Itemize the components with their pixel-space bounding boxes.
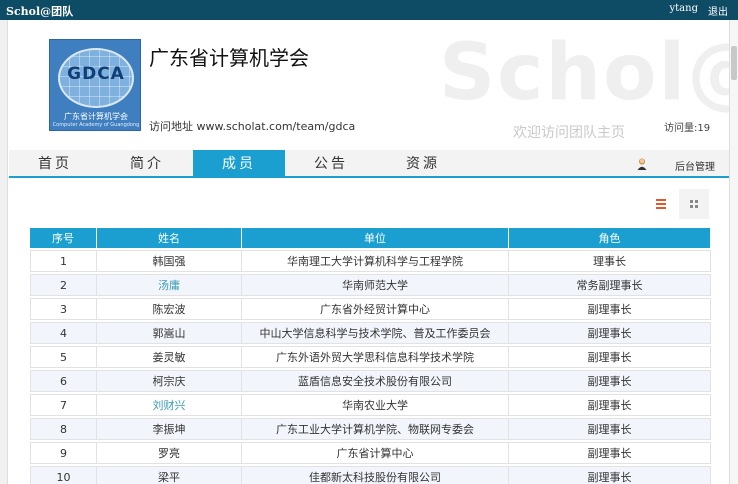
visit-count: 访问量:19 — [664, 123, 711, 134]
table-row: 6 柯宗庆 蓝盾信息安全技术股份有限公司 副理事长 — [30, 370, 711, 392]
cell-no: 7 — [30, 394, 97, 416]
watermark: Schol@ — [439, 28, 729, 118]
cell-no: 3 — [30, 298, 97, 320]
column-header-role: 角色 — [509, 228, 711, 248]
cell-role: 副理事长 — [509, 370, 711, 392]
table-row: 5 姜灵敏 广东外语外贸大学思科信息科学技术学院 副理事长 — [30, 346, 711, 368]
cell-no: 2 — [30, 274, 97, 296]
members-panel: 序号 姓名 单位 角色 1 韩国强 华南理工大学计算机科学与工程学院 理事长 2… — [9, 180, 729, 484]
table-row: 3 陈宏波 广东省外经贸计算中心 副理事长 — [30, 298, 711, 320]
cell-no: 5 — [30, 346, 97, 368]
table-row: 9 罗亮 广东省计算中心 副理事长 — [30, 442, 711, 464]
cell-role: 常务副理事长 — [509, 274, 711, 296]
table-row: 2 汤庸 华南师范大学 常务副理事长 — [30, 274, 711, 296]
table-row: 4 郭嵩山 中山大学信息科学与技术学院、普及工作委员会 副理事长 — [30, 322, 711, 344]
member-link[interactable]: 汤庸 — [97, 274, 242, 296]
cell-unit: 华南农业大学 — [242, 394, 509, 416]
logo-name-cn: 广东省计算机学会 — [64, 112, 128, 121]
cell-name: 李振坤 — [97, 418, 242, 440]
column-header-no: 序号 — [30, 228, 97, 248]
cell-unit: 华南理工大学计算机科学与工程学院 — [242, 250, 509, 272]
table-row: 1 韩国强 华南理工大学计算机科学与工程学院 理事长 — [30, 250, 711, 272]
cell-role: 副理事长 — [509, 346, 711, 368]
cell-unit: 广东外语外贸大学思科信息科学技术学院 — [242, 346, 509, 368]
list-icon[interactable] — [651, 194, 671, 214]
cell-unit: 蓝盾信息安全技术股份有限公司 — [242, 370, 509, 392]
cell-unit: 佳都新太科技股份有限公司 — [242, 466, 509, 484]
brand-logo[interactable]: Schol@团队 — [6, 3, 73, 19]
cell-role: 副理事长 — [509, 418, 711, 440]
scrollbar[interactable] — [729, 20, 738, 484]
cell-unit: 广东省外经贸计算中心 — [242, 298, 509, 320]
cell-no: 10 — [30, 466, 97, 484]
team-logo: GDCA 广东省计算机学会 Computer Academy of Guangd… — [49, 39, 141, 131]
username[interactable]: ytang — [670, 3, 698, 14]
cell-no: 6 — [30, 370, 97, 392]
cell-unit: 广东工业大学计算机学院、物联网专委会 — [242, 418, 509, 440]
table-header: 序号 姓名 单位 角色 — [30, 228, 711, 248]
team-nav: 首页 简介 成员 公告 资源 后台管理 — [9, 150, 729, 178]
cell-name: 姜灵敏 — [97, 346, 242, 368]
scrollbar-thumb[interactable] — [731, 46, 737, 80]
cell-role: 理事长 — [509, 250, 711, 272]
cell-name: 郭嵩山 — [97, 322, 242, 344]
team-header: Schol@ GDCA 广东省计算机学会 Computer Academy of… — [9, 20, 729, 150]
cell-name: 柯宗庆 — [97, 370, 242, 392]
team-title: 广东省计算机学会 — [149, 46, 309, 70]
table-row: 8 李振坤 广东工业大学计算机学院、物联网专委会 副理事长 — [30, 418, 711, 440]
logo-abbr: GDCA — [67, 64, 125, 84]
cell-name: 陈宏波 — [97, 298, 242, 320]
page-frame-left — [0, 20, 8, 484]
cell-name: 韩国强 — [97, 250, 242, 272]
cell-role: 副理事长 — [509, 322, 711, 344]
visit-url: 访问地址 www.scholat.com/team/gdca — [149, 120, 356, 133]
cell-unit: 广东省计算中心 — [242, 442, 509, 464]
tab-intro[interactable]: 简介 — [101, 150, 193, 178]
cell-role: 副理事长 — [509, 466, 711, 484]
tab-members[interactable]: 成员 — [193, 150, 285, 178]
cell-no: 1 — [30, 250, 97, 272]
tab-announcements[interactable]: 公告 — [285, 150, 377, 178]
cell-no: 4 — [30, 322, 97, 344]
cell-unit: 华南师范大学 — [242, 274, 509, 296]
table-row: 7 刘财兴 华南农业大学 副理事长 — [30, 394, 711, 416]
cell-no: 8 — [30, 418, 97, 440]
cell-name: 罗亮 — [97, 442, 242, 464]
top-bar: Schol@团队 ytang 退出 — [0, 0, 738, 20]
cell-role: 副理事长 — [509, 442, 711, 464]
logo-name-en: Computer Academy of Guangdong — [52, 122, 140, 128]
column-header-unit: 单位 — [242, 228, 509, 248]
member-link[interactable]: 刘财兴 — [97, 394, 242, 416]
members-table: 序号 姓名 单位 角色 1 韩国强 华南理工大学计算机科学与工程学院 理事长 2… — [30, 226, 711, 484]
cell-role: 副理事长 — [509, 298, 711, 320]
cell-name: 梁平 — [97, 466, 242, 484]
cell-unit: 中山大学信息科学与技术学院、普及工作委员会 — [242, 322, 509, 344]
user-icon — [637, 158, 647, 170]
logout-link[interactable]: 退出 — [708, 3, 728, 18]
cell-no: 9 — [30, 442, 97, 464]
welcome-text: 欢迎访问团队主页 — [513, 125, 625, 141]
column-header-name: 姓名 — [97, 228, 242, 248]
table-row: 10 梁平 佳都新太科技股份有限公司 副理事长 — [30, 466, 711, 484]
cell-role: 副理事长 — [509, 394, 711, 416]
grid-icon[interactable] — [679, 189, 709, 219]
admin-link[interactable]: 后台管理 — [675, 158, 715, 173]
tab-resources[interactable]: 资源 — [377, 150, 469, 178]
tab-home[interactable]: 首页 — [9, 150, 101, 178]
